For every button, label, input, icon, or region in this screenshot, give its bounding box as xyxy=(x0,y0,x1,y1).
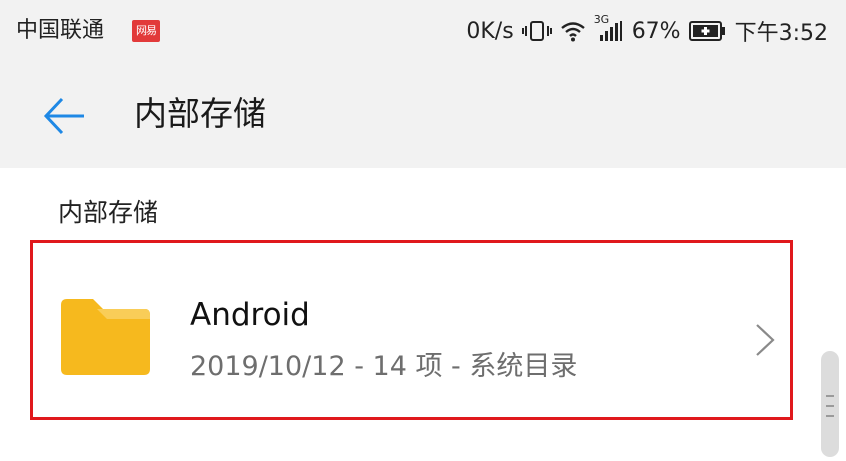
net-speed: 0K/s xyxy=(466,18,514,44)
wifi-icon xyxy=(560,20,586,42)
clock-time: 下午3:52 xyxy=(734,21,828,46)
file-manager-screen: 中国联通 网易 0K/s 3G 67% 下午3:52 内部存储 内部存储 And… xyxy=(0,0,846,461)
vibrate-icon xyxy=(521,20,552,42)
scrollbar-grip-line xyxy=(826,395,834,397)
scrollbar-grip-line xyxy=(826,415,834,417)
scrollbar-grip-line xyxy=(826,405,834,407)
chevron-right-icon xyxy=(756,324,775,356)
breadcrumb[interactable]: 内部存储 xyxy=(58,193,158,233)
app-header: 内部存储 xyxy=(0,62,846,168)
back-button[interactable] xyxy=(34,92,94,140)
signal-type-label: 3G xyxy=(593,13,610,26)
folder-icon xyxy=(61,299,150,375)
battery-percent: 67% xyxy=(631,18,681,44)
status-indicators: 0K/s 3G 67% 下午3:52 xyxy=(466,14,828,48)
cell-signal-icon: 3G xyxy=(594,14,624,42)
carrier-badge-icon: 网易 xyxy=(132,20,160,42)
scrollbar-thumb[interactable] xyxy=(821,351,839,457)
status-bar: 中国联通 网易 0K/s 3G 67% 下午3:52 xyxy=(0,0,846,62)
folder-list-item[interactable]: Android 2019/10/12 - 14 项 - 系统目录 xyxy=(30,240,793,420)
arrow-left-icon xyxy=(43,97,84,135)
page-title: 内部存储 xyxy=(134,94,266,133)
folder-meta: 2019/10/12 - 14 项 - 系统目录 xyxy=(190,351,578,382)
battery-charging-icon xyxy=(688,20,727,42)
carrier-name: 中国联通 xyxy=(16,18,105,43)
folder-name: Android xyxy=(190,297,310,333)
